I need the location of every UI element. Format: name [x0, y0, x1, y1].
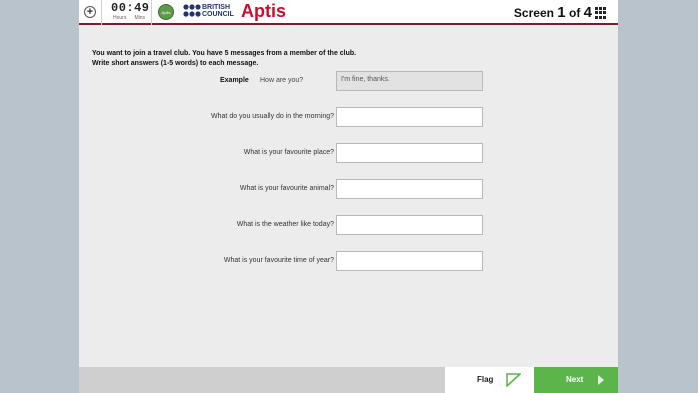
aptis-test-window: + 00:49 Hours Mins Aptis BRITISH COUNCIL…: [79, 0, 618, 393]
question-row: What is your favourite animal?: [79, 179, 618, 199]
app-title: Aptis: [241, 1, 286, 21]
instruction-line-1: You want to join a travel club. You have…: [92, 50, 357, 57]
timer-unit-hours: Hours: [113, 15, 127, 21]
question-row: What do you usually do in the morning?: [79, 107, 618, 127]
flag-icon: [506, 373, 521, 387]
answer-input[interactable]: [336, 251, 483, 271]
footer-bar: [79, 367, 445, 393]
example-answer: I'm fine, thanks.: [336, 71, 483, 91]
top-bar: + 00:49 Hours Mins Aptis BRITISH COUNCIL…: [79, 0, 618, 25]
flag-button[interactable]: Flag: [445, 367, 534, 393]
example-question: How are you?: [260, 77, 304, 84]
timer-value: 00:49: [111, 1, 150, 15]
brand-line-1: BRITISH: [202, 4, 230, 11]
next-button[interactable]: Next: [534, 367, 618, 393]
question-label: What is your favourite animal?: [239, 185, 334, 192]
screen-prefix: Screen: [513, 6, 554, 20]
instruction-line-2: Write short answers (1-5 words) to each …: [92, 60, 259, 67]
question-row: What is the weather like today?: [79, 215, 618, 235]
example-row: Example How are you? I'm fine, thanks.: [79, 71, 618, 91]
question-label: What do you usually do in the morning?: [211, 113, 334, 120]
answer-input[interactable]: [336, 179, 483, 199]
answer-input[interactable]: [336, 143, 483, 163]
timer-units: Hours Mins: [111, 15, 147, 21]
chevron-right-icon: [598, 375, 604, 385]
divider: [151, 0, 152, 25]
question-label: What is the weather like today?: [236, 221, 334, 228]
screen-current: 1: [557, 4, 566, 21]
question-row: What is your favourite time of year?: [79, 251, 618, 271]
grid-menu-icon[interactable]: [595, 7, 607, 19]
brand-line-2: COUNCIL: [202, 11, 234, 18]
answer-input[interactable]: [336, 107, 483, 127]
screen-indicator: Screen 1 of 4: [514, 4, 592, 21]
divider: [101, 0, 102, 25]
question-label: What is your favourite place?: [243, 149, 334, 156]
answer-input[interactable]: [336, 215, 483, 235]
british-council-logo-icon: [183, 4, 201, 17]
timer-unit-mins: Mins: [134, 15, 145, 21]
instructions: You want to join a travel club. You have…: [92, 49, 356, 69]
aptis-badge-icon: Aptis: [158, 4, 174, 20]
plus-icon[interactable]: +: [84, 6, 96, 18]
countdown-timer: 00:49 Hours Mins: [111, 1, 150, 21]
question-label: What is your favourite time of year?: [223, 257, 334, 264]
next-label: Next: [566, 375, 584, 384]
screen-total: 4: [583, 4, 592, 21]
flag-label: Flag: [477, 375, 494, 384]
example-label: Example: [220, 77, 249, 84]
question-row: What is your favourite place?: [79, 143, 618, 163]
screen-of: of: [568, 6, 581, 20]
british-council-wordmark: BRITISH COUNCIL: [202, 4, 234, 18]
